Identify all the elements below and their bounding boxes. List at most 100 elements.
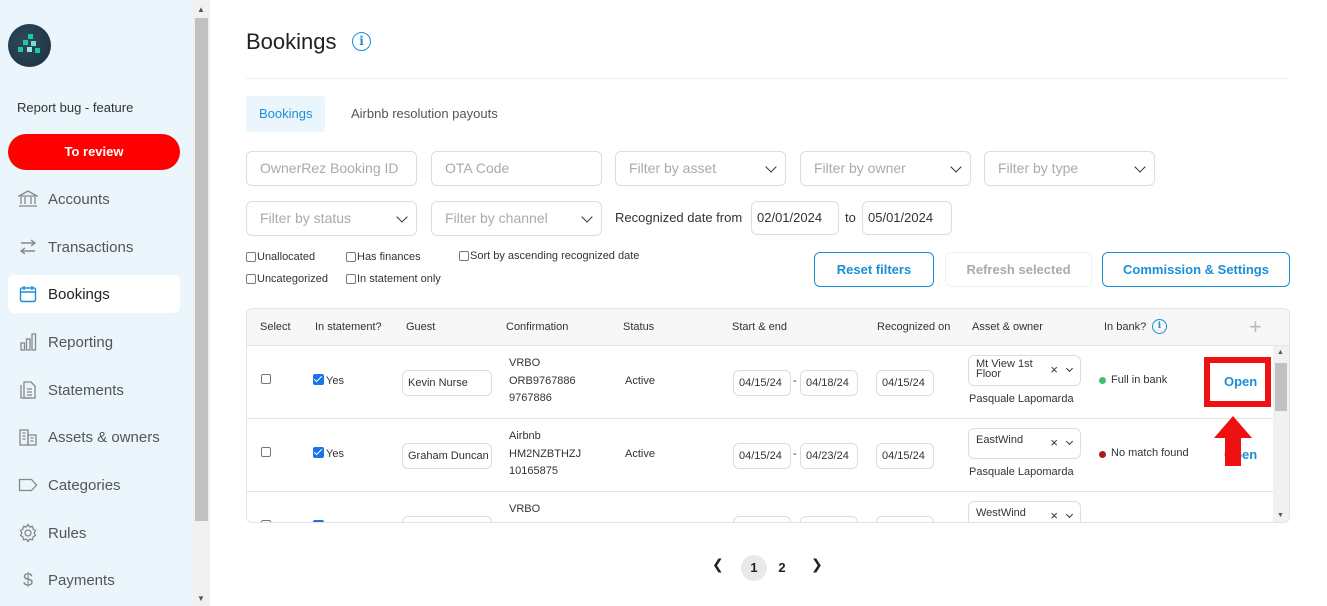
checkbox-box[interactable] <box>246 274 256 284</box>
chevron-down-icon <box>1065 510 1074 519</box>
checkbox-box[interactable] <box>459 251 469 261</box>
end-date-field[interactable]: 04/18/24 <box>800 370 858 396</box>
chevron-down-icon <box>1065 364 1074 373</box>
clear-asset-icon[interactable]: × <box>1050 436 1058 449</box>
sidebar-item-assets-owners[interactable]: Assets & owners <box>8 418 180 456</box>
recognized-date-field[interactable] <box>876 516 934 522</box>
page-1-button[interactable]: 1 <box>741 555 767 581</box>
page-title: Bookings <box>246 29 337 54</box>
bank-status: No match found <box>1111 447 1189 459</box>
confirmation-code: ORB9767886 <box>509 375 576 387</box>
date-to-input[interactable]: 05/01/2024 <box>862 201 952 235</box>
in-statement-checkbox[interactable] <box>313 447 324 458</box>
confirmation-channel: Airbnb <box>509 430 541 442</box>
checkbox-box[interactable] <box>246 252 256 262</box>
app-logo[interactable] <box>8 24 51 67</box>
end-date-field[interactable]: 04/23/24 <box>800 443 858 469</box>
info-icon[interactable]: i <box>1152 319 1167 334</box>
header-asset-owner: Asset & owner <box>972 321 1043 333</box>
filter-by-owner-select[interactable]: Filter by owner <box>800 151 971 186</box>
sidebar-item-bookings[interactable]: Bookings <box>8 275 180 313</box>
sidebar-item-payments[interactable]: $ Payments <box>8 561 180 599</box>
sidebar-item-label: Payments <box>48 571 115 589</box>
has-finances-checkbox[interactable]: Has finances <box>346 251 421 263</box>
select-value: Filter by status <box>260 210 352 226</box>
sidebar-item-rules[interactable]: Rules <box>8 514 180 552</box>
commission-settings-button[interactable]: Commission & Settings <box>1102 252 1290 287</box>
transfer-icon <box>18 237 38 257</box>
sidebar-item-statements[interactable]: Statements <box>8 371 180 409</box>
filter-by-channel-select[interactable]: Filter by channel <box>431 201 602 236</box>
sidebar-scrollbar[interactable]: ▲ ▼ <box>193 0 210 606</box>
scroll-up-icon[interactable]: ▲ <box>1277 349 1284 356</box>
start-date-field[interactable]: 04/15/24 <box>733 443 791 469</box>
asset-value: Mt View 1st Floor <box>976 358 1033 380</box>
clear-asset-icon[interactable]: × <box>1050 509 1058 522</box>
in-statement-only-checkbox[interactable]: In statement only <box>346 273 441 285</box>
to-review-button[interactable]: To review <box>8 134 180 170</box>
document-icon <box>18 380 38 400</box>
checkbox-box[interactable] <box>346 274 356 284</box>
info-icon[interactable]: i <box>352 32 371 51</box>
end-date-field[interactable] <box>800 516 858 522</box>
prev-page-icon[interactable]: ❮ <box>712 556 724 573</box>
scrollbar-thumb[interactable] <box>195 18 208 521</box>
sidebar-item-reporting[interactable]: Reporting <box>8 323 180 361</box>
uncategorized-checkbox[interactable]: Uncategorized <box>246 273 328 285</box>
sidebar-item-label: Bookings <box>48 285 110 303</box>
scrollbar-thumb[interactable] <box>1275 363 1287 411</box>
recognized-date-field[interactable]: 04/15/24 <box>876 443 934 469</box>
scroll-up-icon[interactable]: ▲ <box>197 5 205 14</box>
page-2-button[interactable]: 2 <box>769 555 795 581</box>
checkbox-label: Unallocated <box>257 251 316 263</box>
guest-field[interactable]: Kevin Nurse <box>402 370 492 396</box>
annotation-highlight-box <box>1204 357 1271 407</box>
tab-bookings[interactable]: Bookings <box>246 96 326 132</box>
gear-icon <box>18 523 38 543</box>
dollar-icon: $ <box>22 569 33 590</box>
row-select-checkbox[interactable] <box>261 374 271 384</box>
filter-by-asset-select[interactable]: Filter by asset <box>615 151 786 186</box>
header-guest: Guest <box>406 321 436 333</box>
unallocated-checkbox[interactable]: Unallocated <box>246 251 315 263</box>
confirmation-channel: VRBO <box>509 503 541 515</box>
checkbox-box[interactable] <box>346 252 356 262</box>
checkbox-label: Has finances <box>357 251 421 263</box>
refresh-selected-button[interactable]: Refresh selected <box>945 252 1092 287</box>
sidebar-item-categories[interactable]: Categories <box>8 466 180 504</box>
guest-field[interactable]: Graham Duncan <box>402 443 492 469</box>
in-statement-checkbox[interactable] <box>313 520 324 522</box>
tab-airbnb-resolution-payouts[interactable]: Airbnb resolution payouts <box>338 96 511 132</box>
scroll-down-icon[interactable]: ▼ <box>1277 512 1284 519</box>
guest-field[interactable] <box>402 516 492 522</box>
clear-asset-icon[interactable]: × <box>1050 363 1058 376</box>
asset-select[interactable]: WestWind × <box>968 501 1081 522</box>
add-column-icon[interactable]: + <box>1249 314 1262 340</box>
sort-ascending-checkbox[interactable]: Sort by ascending recognized date <box>459 250 639 262</box>
bank-icon <box>18 189 38 209</box>
next-page-icon[interactable]: ❯ <box>811 556 823 573</box>
header-in-statement: In statement? <box>315 321 382 333</box>
sidebar-item-transactions[interactable]: Transactions <box>8 228 180 266</box>
header-start-end: Start & end <box>732 321 788 333</box>
date-from-input[interactable]: 02/01/2024 <box>751 201 839 235</box>
filter-by-status-select[interactable]: Filter by status <box>246 201 417 236</box>
recognized-date-field[interactable]: 04/15/24 <box>876 370 934 396</box>
start-date-field[interactable] <box>733 516 791 522</box>
start-date-field[interactable]: 04/15/24 <box>733 370 791 396</box>
table-scrollbar[interactable]: ▲ ▼ <box>1273 346 1289 522</box>
asset-select[interactable]: Mt View 1st Floor × <box>968 355 1081 386</box>
row-select-checkbox[interactable] <box>261 520 271 522</box>
sidebar-item-accounts[interactable]: Accounts <box>8 180 180 218</box>
ownerrez-booking-id-input[interactable]: OwnerRez Booking ID <box>246 151 417 186</box>
scroll-down-icon[interactable]: ▼ <box>197 594 205 603</box>
asset-select[interactable]: EastWind × <box>968 428 1081 459</box>
table-row: VRBO WestWind × <box>247 492 1273 522</box>
filter-by-type-select[interactable]: Filter by type <box>984 151 1155 186</box>
report-bug-link[interactable]: Report bug - feature <box>17 100 133 115</box>
row-select-checkbox[interactable] <box>261 447 271 457</box>
in-statement-checkbox[interactable] <box>313 374 324 385</box>
reset-filters-button[interactable]: Reset filters <box>814 252 934 287</box>
ota-code-input[interactable]: OTA Code <box>431 151 602 186</box>
sidebar-item-label: Transactions <box>48 238 134 256</box>
